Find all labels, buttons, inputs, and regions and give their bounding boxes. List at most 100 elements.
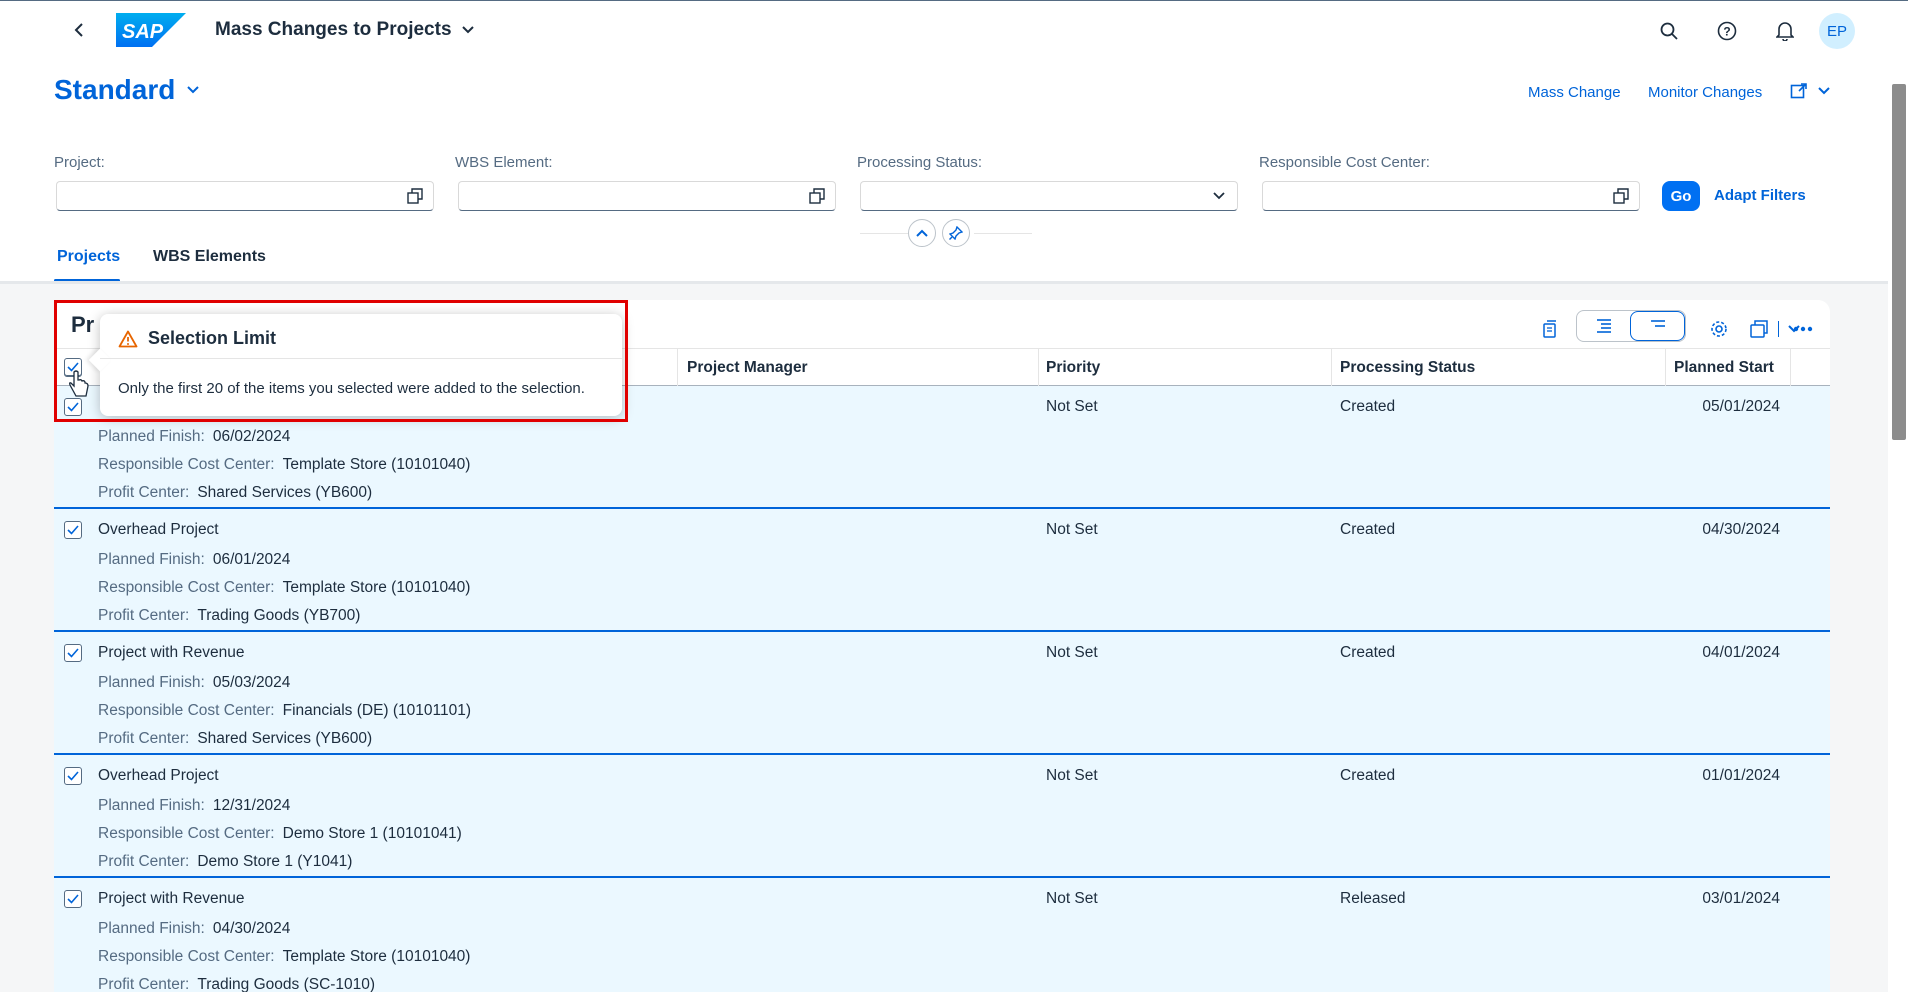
avatar[interactable]: EP bbox=[1819, 13, 1855, 49]
value: Demo Store 1 (10101041) bbox=[282, 825, 462, 842]
table-row[interactable]: Project with Revenue Planned Finish: 05/0… bbox=[54, 632, 1830, 755]
cost-center-filter-input[interactable] bbox=[1262, 181, 1640, 211]
row-checkbox[interactable] bbox=[64, 521, 82, 539]
value-help-icon[interactable] bbox=[407, 188, 423, 204]
header-controls bbox=[908, 219, 970, 247]
label: Planned Finish: bbox=[98, 674, 205, 691]
project-name[interactable]: Overhead Project bbox=[98, 767, 219, 785]
tab-projects[interactable]: Projects bbox=[57, 248, 120, 266]
label: Planned Finish: bbox=[98, 551, 205, 568]
project-filter-input[interactable] bbox=[56, 181, 434, 211]
priority-cell: Not Set bbox=[1046, 767, 1098, 784]
more-icon[interactable] bbox=[1790, 316, 1816, 342]
cost-center-filter-label: Responsible Cost Center: bbox=[1259, 154, 1430, 171]
search-icon[interactable] bbox=[1656, 18, 1682, 44]
go-button[interactable]: Go bbox=[1662, 181, 1700, 211]
scrollbar-thumb[interactable] bbox=[1892, 84, 1906, 440]
page-scrollbar[interactable] bbox=[1888, 60, 1908, 992]
app-title: Mass Changes to Projects bbox=[215, 19, 452, 40]
check-icon bbox=[67, 894, 79, 904]
project-name[interactable]: Project with Revenue bbox=[98, 644, 244, 662]
adapt-filters-button[interactable]: Adapt Filters bbox=[1714, 187, 1806, 204]
collapse-rows-icon[interactable] bbox=[1630, 311, 1685, 341]
planned-start-cell: 01/01/2024 bbox=[1702, 767, 1780, 784]
label: Profit Center: bbox=[98, 730, 190, 747]
cost-center: Responsible Cost Center: Financials (DE) … bbox=[98, 702, 471, 720]
value: 06/01/2024 bbox=[212, 551, 291, 568]
annotation-highlight-box bbox=[54, 300, 628, 422]
status-cell: Created bbox=[1340, 767, 1396, 784]
project-name[interactable]: Overhead Project bbox=[98, 521, 219, 539]
project-filter-label: Project: bbox=[54, 154, 105, 171]
column-planned-start[interactable]: Planned Start bbox=[1674, 359, 1774, 377]
share-icon bbox=[1790, 83, 1807, 99]
collapse-header-button[interactable] bbox=[908, 219, 936, 247]
chevron-down-icon bbox=[187, 86, 200, 94]
dynamic-page-header: Standard Mass Change Monitor Changes Pro… bbox=[0, 60, 1888, 284]
tab-wbs-elements[interactable]: WBS Elements bbox=[153, 248, 266, 266]
svg-text:?: ? bbox=[1723, 25, 1730, 39]
label: Planned Finish: bbox=[98, 428, 205, 445]
column-priority[interactable]: Priority bbox=[1046, 359, 1100, 377]
column-project-manager[interactable]: Project Manager bbox=[687, 359, 808, 377]
value: Shared Services (YB600) bbox=[197, 484, 373, 501]
profit-center: Profit Center: Shared Services (YB600) bbox=[98, 484, 372, 502]
row-checkbox[interactable] bbox=[64, 767, 82, 785]
mass-change-link[interactable]: Mass Change bbox=[1528, 84, 1621, 101]
label: Profit Center: bbox=[98, 976, 190, 992]
variant-management[interactable]: Standard bbox=[54, 74, 200, 106]
chevron-down-icon[interactable] bbox=[1211, 188, 1227, 204]
table-row[interactable]: Overhead Project Planned Finish: 06/01/20… bbox=[54, 509, 1830, 632]
label: Planned Finish: bbox=[98, 920, 205, 937]
settings-icon[interactable] bbox=[1706, 316, 1732, 342]
export-icon bbox=[1750, 320, 1768, 338]
value-help-icon[interactable] bbox=[1613, 188, 1629, 204]
label: Planned Finish: bbox=[98, 797, 205, 814]
back-icon[interactable] bbox=[66, 17, 92, 43]
planned-finish: Planned Finish: 04/30/2024 bbox=[98, 920, 290, 938]
check-icon bbox=[67, 648, 79, 658]
planned-finish: Planned Finish: 05/03/2024 bbox=[98, 674, 290, 692]
copy-icon[interactable] bbox=[1536, 316, 1562, 342]
project-name[interactable]: Project with Revenue bbox=[98, 890, 244, 908]
value: 06/02/2024 bbox=[212, 428, 291, 445]
variant-title: Standard bbox=[54, 74, 176, 105]
cost-center: Responsible Cost Center: Demo Store 1 (10… bbox=[98, 825, 462, 843]
hand-cursor-icon bbox=[69, 370, 89, 397]
wbs-filter-label: WBS Element: bbox=[455, 154, 553, 171]
svg-text:SAP: SAP bbox=[122, 21, 164, 43]
table-row[interactable]: Overhead Project Planned Finish: 12/31/20… bbox=[54, 755, 1830, 878]
value: Demo Store 1 (Y1041) bbox=[197, 853, 353, 870]
expand-rows-icon[interactable] bbox=[1577, 311, 1630, 341]
column-processing-status[interactable]: Processing Status bbox=[1340, 359, 1475, 377]
priority-cell: Not Set bbox=[1046, 521, 1098, 538]
share-menu[interactable] bbox=[1790, 82, 1830, 100]
planned-start-cell: 04/01/2024 bbox=[1702, 644, 1780, 661]
header-border bbox=[0, 281, 1888, 284]
priority-cell: Not Set bbox=[1046, 644, 1098, 661]
row-mode-toggle[interactable] bbox=[1576, 310, 1686, 342]
row-checkbox[interactable] bbox=[64, 644, 82, 662]
sap-logo[interactable]: SAP bbox=[116, 13, 186, 47]
value: Template Store (10101040) bbox=[282, 579, 471, 596]
value: Trading Goods (YB700) bbox=[197, 607, 361, 624]
app-title-menu[interactable]: Mass Changes to Projects bbox=[215, 19, 474, 41]
status-cell: Created bbox=[1340, 644, 1396, 661]
value: 12/31/2024 bbox=[212, 797, 291, 814]
shell-bar: SAP Mass Changes to Projects ? EP bbox=[0, 0, 1908, 60]
help-icon[interactable]: ? bbox=[1714, 18, 1740, 44]
label: Responsible Cost Center: bbox=[98, 948, 275, 965]
pin-header-button[interactable] bbox=[942, 219, 970, 247]
table-row[interactable]: Project with Revenue Planned Finish: 04/3… bbox=[54, 878, 1830, 992]
row-checkbox[interactable] bbox=[64, 890, 82, 908]
monitor-changes-link[interactable]: Monitor Changes bbox=[1648, 84, 1762, 101]
cost-center: Responsible Cost Center: Template Store (… bbox=[98, 579, 470, 597]
status-cell: Created bbox=[1340, 398, 1396, 415]
profit-center: Profit Center: Trading Goods (YB700) bbox=[98, 607, 360, 625]
value-help-icon[interactable] bbox=[809, 188, 825, 204]
chevron-down-icon bbox=[1818, 87, 1830, 95]
processing-status-select[interactable] bbox=[860, 181, 1238, 211]
chevron-down-icon bbox=[461, 26, 474, 34]
notification-icon[interactable] bbox=[1772, 18, 1798, 44]
wbs-filter-input[interactable] bbox=[458, 181, 836, 211]
